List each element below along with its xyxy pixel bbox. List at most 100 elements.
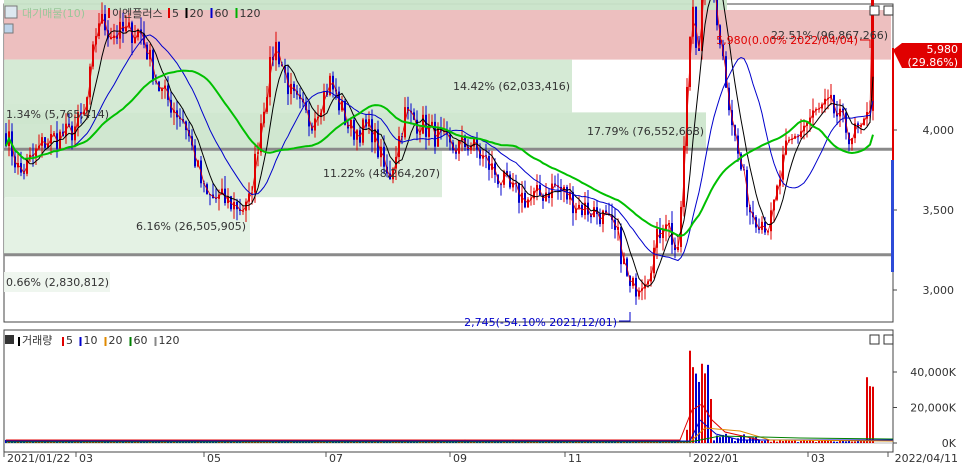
volume-bar: [767, 440, 769, 443]
volume-bar: [719, 437, 721, 443]
volume-bar: [797, 442, 799, 443]
volume-bar: [764, 440, 766, 443]
volume-panel: [3, 329, 894, 453]
volume-legend-swatch: [62, 337, 64, 346]
legend-item: 5: [172, 7, 179, 20]
volume-bar: [725, 433, 727, 443]
date-label: 11: [568, 452, 582, 465]
volume-legend-item: 5: [66, 334, 73, 347]
close-button[interactable]: [883, 5, 894, 16]
volume-bar: [854, 441, 856, 443]
legend-swatch: [168, 8, 170, 18]
date-label: 2022/04/11: [895, 452, 958, 465]
legend-item: 이엔플러스: [112, 7, 163, 20]
volume-bar: [794, 440, 796, 443]
date-label: 03: [79, 452, 93, 465]
price-tick-label: 4,000: [923, 124, 955, 137]
legend-item: 120: [240, 7, 261, 20]
volume-bar: [746, 440, 748, 443]
volume-bar: [845, 441, 847, 443]
volume-legend-swatch: [79, 337, 82, 346]
volume-bar: [710, 398, 712, 443]
volume-bar: [785, 440, 787, 443]
legend-swatch: [108, 8, 110, 18]
volume-bar: [869, 386, 871, 443]
low-annotation: 2,745(-54.10% 2021/12/01): [464, 316, 617, 329]
volume-bar: [836, 441, 838, 443]
legend-item: 20: [190, 7, 204, 20]
date-label: 2022/01: [693, 452, 739, 465]
volume-bar: [800, 440, 802, 443]
chart-canvas: 7.57% (32,578,240)1.34% (5,765,414)18.33…: [3, 0, 962, 465]
date-label: 05: [207, 452, 221, 465]
volume-legend-item: 60: [134, 334, 148, 347]
volume-bar: [692, 367, 694, 443]
volume-bar: [851, 441, 853, 443]
volume-bar: [827, 440, 829, 443]
volume-bar: [872, 386, 874, 443]
volume-bar: [734, 441, 736, 443]
zoom-icon[interactable]: [3, 23, 14, 34]
volume-close-button[interactable]: [883, 334, 894, 345]
date-label: 09: [453, 452, 467, 465]
legend-toggle-icon[interactable]: [4, 5, 18, 19]
supply-band-label: 11.22% (48,264,207): [323, 167, 440, 180]
volume-bar: [815, 441, 817, 443]
volume-bar: [806, 440, 808, 443]
current-price-change: (29.86%): [907, 56, 958, 69]
supply-band-label: 6.16% (26,505,905): [136, 220, 246, 233]
volume-bar: [830, 441, 832, 443]
volume-bar: [782, 441, 784, 443]
volume-bar: [728, 437, 730, 443]
volume-legend-item: 20: [109, 334, 123, 347]
volume-bar: [758, 440, 760, 443]
volume-bar: [713, 440, 715, 443]
current-price-value: 5,980: [927, 43, 959, 56]
date-label: 03: [811, 452, 825, 465]
supply-band-label: 14.42% (62,033,416): [453, 80, 570, 93]
volume-bar: [839, 440, 841, 443]
volume-bar: [818, 440, 820, 443]
side-bar-red: [892, 48, 894, 160]
volume-tick-label: 0K: [942, 437, 957, 450]
price-tick-label: 3,000: [923, 284, 955, 297]
volume-bar: [776, 441, 778, 443]
volume-bar: [689, 350, 691, 443]
volume-bar: [833, 441, 835, 443]
volume-bar: [707, 364, 709, 443]
high-annotation: 5,980(0.00% 2022/04/04): [716, 34, 858, 47]
volume-bar: [749, 438, 751, 443]
minimize-button[interactable]: [869, 5, 880, 16]
volume-bar: [821, 440, 823, 443]
volume-tick-label: 40,000K: [910, 366, 956, 379]
volume-bar: [812, 440, 814, 443]
volume-bar: [761, 441, 763, 443]
legend-swatch: [210, 8, 213, 18]
date-label: 2021/01/22: [7, 452, 70, 465]
volume-bar: [788, 440, 790, 443]
volume-minimize-button[interactable]: [869, 334, 880, 345]
supply-band-label: 1.34% (5,765,414): [6, 108, 109, 121]
legend-swatch: [235, 8, 238, 18]
volume-legend-swatch: [129, 337, 132, 346]
volume-legend-swatch: [18, 337, 20, 346]
volume-bar: [731, 438, 733, 443]
volume-legend-item: 10: [84, 334, 98, 347]
volume-legend-icon[interactable]: [5, 335, 14, 344]
side-bar-blue: [891, 160, 894, 272]
volume-bar: [770, 441, 772, 443]
legend-swatch: [185, 8, 188, 18]
supply-band-label: 0.66% (2,830,812): [6, 276, 109, 289]
volume-tick-label: 20,000K: [910, 402, 956, 415]
price-tick-label: 3,500: [923, 204, 955, 217]
supply-band-label: 17.79% (76,552,668): [587, 125, 704, 138]
legend-item: 60: [215, 7, 229, 20]
date-label: 07: [329, 452, 343, 465]
volume-legend-swatch: [154, 337, 157, 346]
volume-legend-swatch: [104, 337, 107, 346]
volume-bar: [791, 440, 793, 443]
volume-bar: [866, 377, 868, 443]
stock-chart-window: 7.57% (32,578,240)1.34% (5,765,414)18.33…: [0, 0, 962, 465]
volume-legend-item: 거래량: [22, 334, 52, 347]
volume-legend-item: 120: [159, 334, 180, 347]
